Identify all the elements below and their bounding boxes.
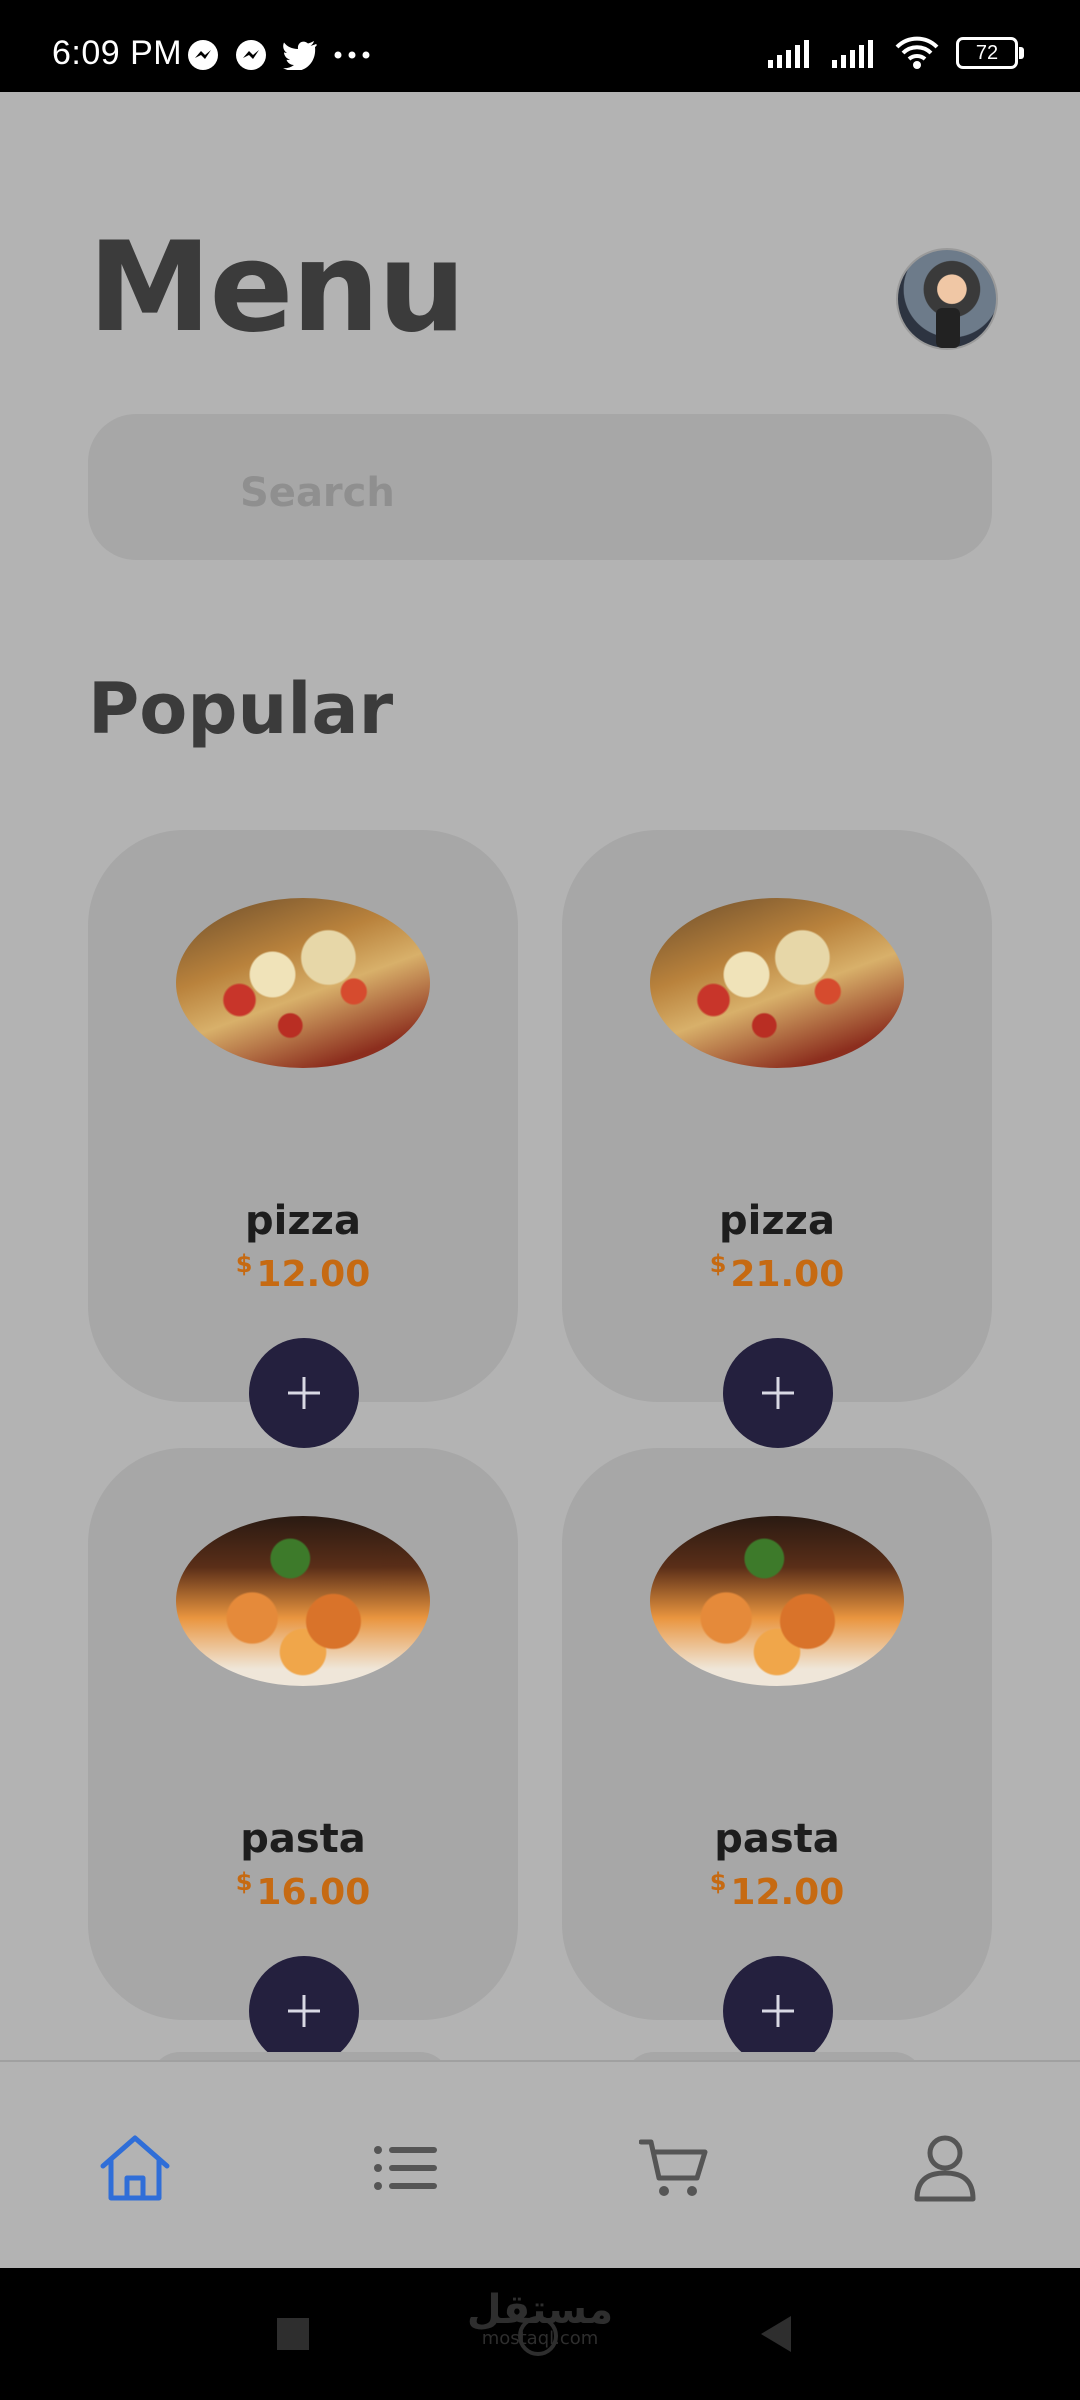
product-price: $16.00 bbox=[88, 1868, 518, 1913]
plus-icon bbox=[288, 1377, 320, 1409]
product-name: pasta bbox=[240, 1816, 366, 1862]
plus-icon bbox=[762, 1995, 794, 2027]
battery-level: 72 bbox=[975, 41, 999, 64]
back-icon[interactable] bbox=[757, 2314, 793, 2354]
currency-symbol: $ bbox=[235, 1250, 253, 1278]
nav-profile[interactable] bbox=[905, 2128, 985, 2208]
avatar[interactable] bbox=[896, 248, 998, 350]
nav-menu-list[interactable] bbox=[366, 2128, 446, 2208]
search-input[interactable] bbox=[88, 414, 992, 560]
product-image bbox=[650, 1516, 904, 1686]
price-value: 12.00 bbox=[256, 1254, 371, 1295]
price-value: 21.00 bbox=[730, 1254, 845, 1295]
currency-symbol: $ bbox=[709, 1868, 727, 1896]
product-image bbox=[176, 1516, 430, 1686]
page-title: Menu bbox=[88, 216, 466, 360]
signal-icon bbox=[768, 40, 809, 68]
product-name: pasta bbox=[714, 1816, 840, 1862]
watermark-arabic: مستقل bbox=[466, 2287, 614, 2333]
system-status-icons: 72 bbox=[766, 36, 1024, 70]
battery-icon: 72 bbox=[956, 37, 1024, 69]
signal-icon bbox=[832, 40, 873, 68]
messenger-icon bbox=[188, 40, 218, 70]
price-value: 12.00 bbox=[730, 1872, 845, 1913]
wifi-icon bbox=[895, 36, 939, 69]
currency-symbol: $ bbox=[709, 1250, 727, 1278]
currency-symbol: $ bbox=[235, 1868, 253, 1896]
product-image bbox=[650, 898, 904, 1068]
watermark: مستقل mostaql.com bbox=[465, 2290, 615, 2348]
add-to-cart-button[interactable] bbox=[723, 1338, 833, 1448]
product-price: $21.00 bbox=[562, 1250, 992, 1295]
product-card[interactable]: pizza $12.00 bbox=[88, 830, 518, 1448]
more-icon bbox=[334, 51, 370, 59]
nav-home[interactable] bbox=[95, 2128, 175, 2208]
status-time: 6:09 PM bbox=[52, 34, 183, 72]
home-icon bbox=[100, 2135, 170, 2201]
product-price: $12.00 bbox=[88, 1250, 518, 1295]
watermark-latin: mostaql.com bbox=[481, 2328, 599, 2349]
product-card[interactable]: pizza $21.00 bbox=[562, 830, 992, 1448]
product-card[interactable]: pasta $12.00 bbox=[562, 1448, 992, 2066]
recent-apps-icon[interactable] bbox=[275, 2316, 311, 2352]
plus-icon bbox=[762, 1377, 794, 1409]
list-icon bbox=[374, 2146, 437, 2190]
cart-icon bbox=[639, 2139, 708, 2196]
plus-icon bbox=[288, 1995, 320, 2027]
add-to-cart-button[interactable] bbox=[249, 1338, 359, 1448]
product-name: pizza bbox=[719, 1198, 835, 1244]
notification-icons bbox=[186, 38, 372, 72]
section-title-popular: Popular bbox=[88, 668, 394, 750]
nav-cart[interactable] bbox=[634, 2128, 714, 2208]
add-to-cart-button[interactable] bbox=[249, 1956, 359, 2066]
twitter-icon bbox=[283, 41, 317, 70]
product-name: pizza bbox=[245, 1198, 361, 1244]
price-value: 16.00 bbox=[256, 1872, 371, 1913]
search-placeholder: Search bbox=[240, 470, 395, 516]
messenger-icon bbox=[236, 40, 266, 70]
product-price: $12.00 bbox=[562, 1868, 992, 1913]
bottom-nav bbox=[0, 2060, 1080, 2270]
profile-icon bbox=[914, 2135, 976, 2202]
add-to-cart-button[interactable] bbox=[723, 1956, 833, 2066]
product-image bbox=[176, 898, 430, 1068]
status-bar: 6:09 PM 72 bbox=[0, 0, 1080, 92]
product-card[interactable]: pasta $16.00 bbox=[88, 1448, 518, 2066]
